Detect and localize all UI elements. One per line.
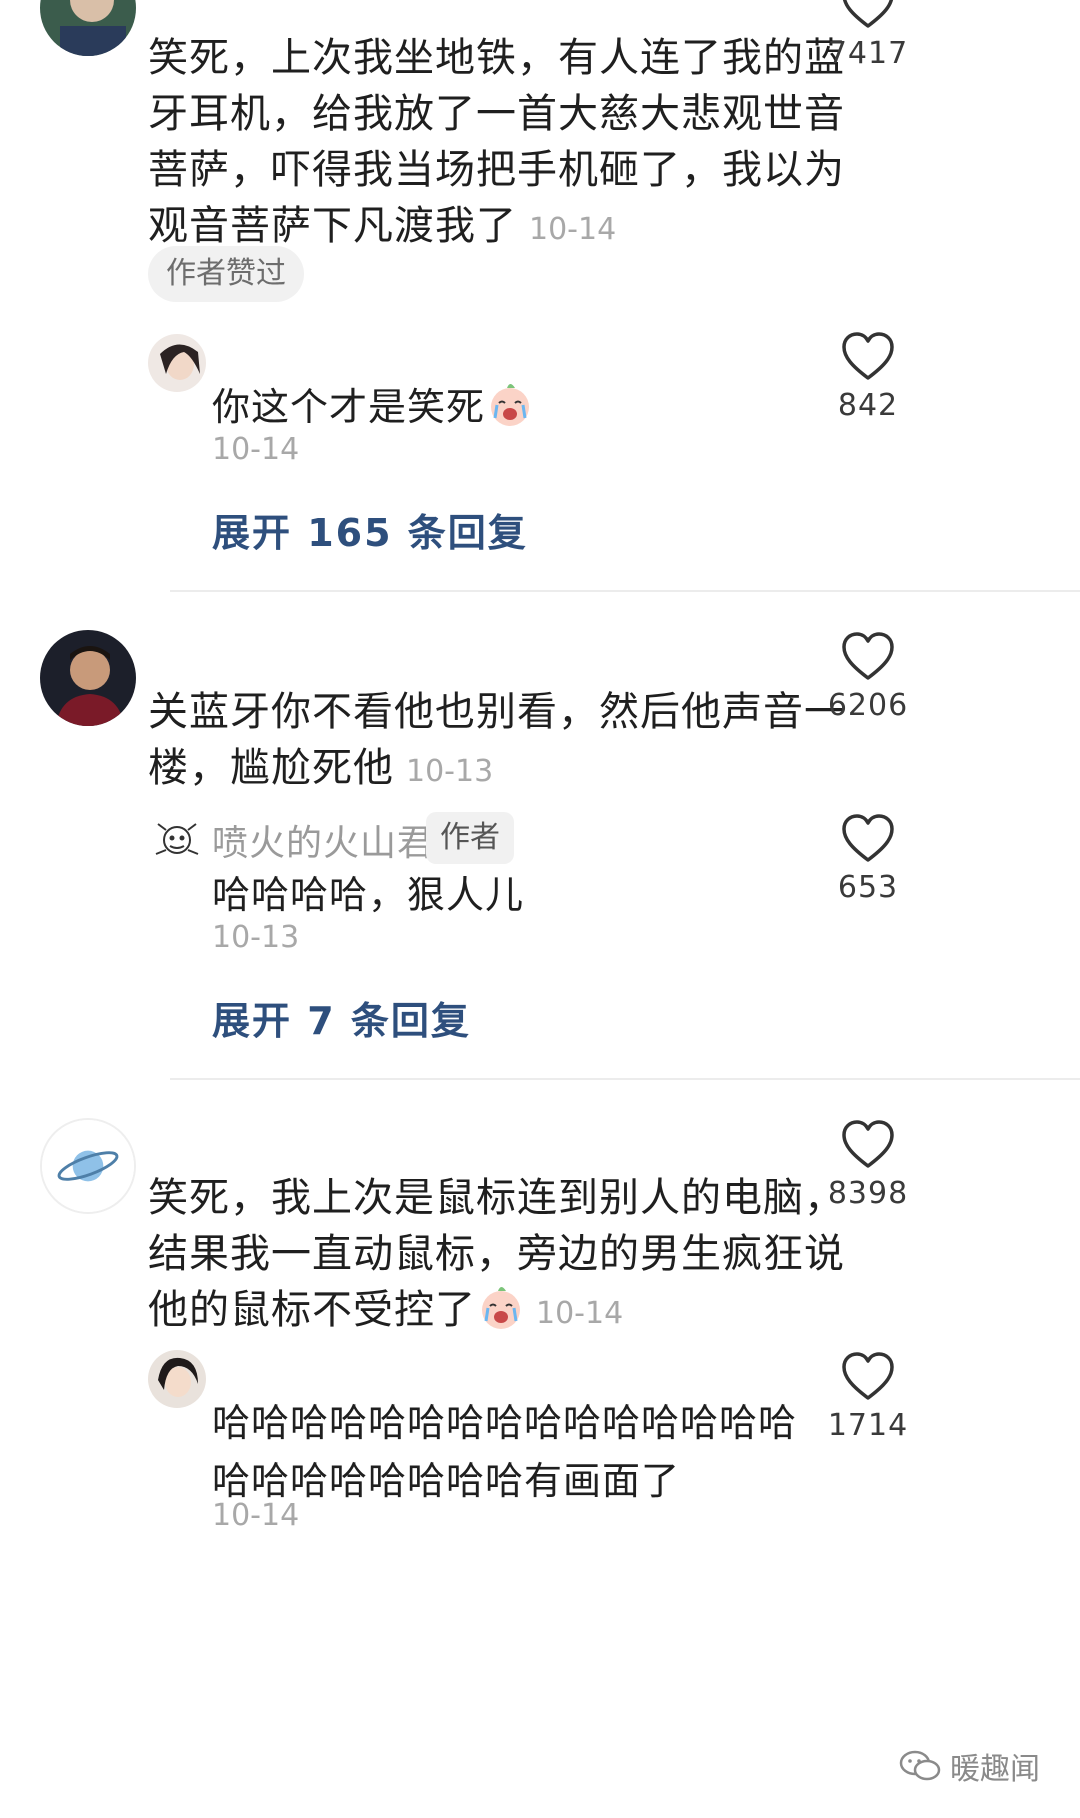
- reply-text: 哈哈哈哈哈哈哈哈哈哈哈哈哈哈哈哈哈哈哈哈哈哈哈有画面了: [212, 1401, 798, 1503]
- expand-replies-button[interactable]: 展开 165 条回复: [212, 502, 528, 557]
- like-button[interactable]: 7417: [808, 0, 928, 71]
- reply-date: 10-14: [212, 1498, 300, 1533]
- comment-date: 10-13: [406, 754, 494, 789]
- comment-date: 10-14: [529, 212, 617, 247]
- divider: [170, 1078, 1080, 1080]
- comment-text: 笑死，上次我坐地铁，有人连了我的蓝牙耳机，给我放了一首大慈大悲观世音菩萨，吓得我…: [148, 35, 845, 249]
- author-badge: 作者: [426, 812, 514, 864]
- heart-outline-icon: [842, 1120, 894, 1168]
- like-count: 7417: [827, 36, 909, 71]
- wechat-icon: [899, 1750, 941, 1781]
- comment-text: 笑死，我上次是鼠标连到别人的电脑，结果我一直动鼠标，旁边的男生疯狂说他的鼠标不受…: [148, 1175, 845, 1333]
- like-button[interactable]: 8398: [808, 1118, 928, 1211]
- like-button[interactable]: 653: [808, 812, 928, 905]
- like-button[interactable]: 1714: [808, 1350, 928, 1443]
- like-count: 653: [837, 870, 899, 905]
- like-count: 1714: [827, 1408, 909, 1443]
- reply-author-name[interactable]: 喷火的火山君: [212, 814, 434, 866]
- heart-outline-icon: [842, 1352, 894, 1400]
- watermark-text: 暖趣闻: [950, 1752, 1040, 1787]
- reply-text: 你这个才是笑死: [212, 378, 892, 436]
- like-button[interactable]: 6206: [808, 630, 928, 723]
- avatar-commenter-2[interactable]: [40, 630, 136, 726]
- divider: [170, 590, 1080, 592]
- like-button[interactable]: 842: [808, 330, 928, 423]
- heart-outline-icon: [842, 632, 894, 680]
- avatar-commenter-1[interactable]: [40, 0, 136, 56]
- reply-date: 10-14: [212, 432, 300, 467]
- watermark: 暖趣闻: [898, 1744, 1040, 1788]
- comment-text: 关蓝牙你不看他也别看，然后他声音一楼，尴尬死他 10-13: [148, 689, 845, 791]
- like-count: 842: [837, 388, 899, 423]
- avatar-replier-2[interactable]: [148, 812, 206, 870]
- reply-text: 哈哈哈哈，狠人儿: [212, 873, 525, 917]
- author-liked-tag: 作者赞过: [148, 246, 304, 302]
- like-count: 6206: [827, 688, 909, 723]
- heart-outline-icon: [842, 814, 894, 862]
- avatar-commenter-3[interactable]: [40, 1118, 136, 1214]
- avatar-replier-3[interactable]: [148, 1350, 206, 1408]
- reply-date: 10-13: [212, 920, 300, 955]
- like-count: 8398: [827, 1176, 909, 1211]
- crying-emoji-icon: [487, 382, 533, 428]
- heart-outline-icon: [842, 0, 894, 28]
- avatar-replier-1[interactable]: [148, 334, 206, 392]
- heart-outline-icon: [842, 332, 894, 380]
- comment-date: 10-14: [536, 1296, 624, 1331]
- crying-emoji-icon: [478, 1285, 524, 1331]
- expand-replies-button[interactable]: 展开 7 条回复: [212, 990, 471, 1045]
